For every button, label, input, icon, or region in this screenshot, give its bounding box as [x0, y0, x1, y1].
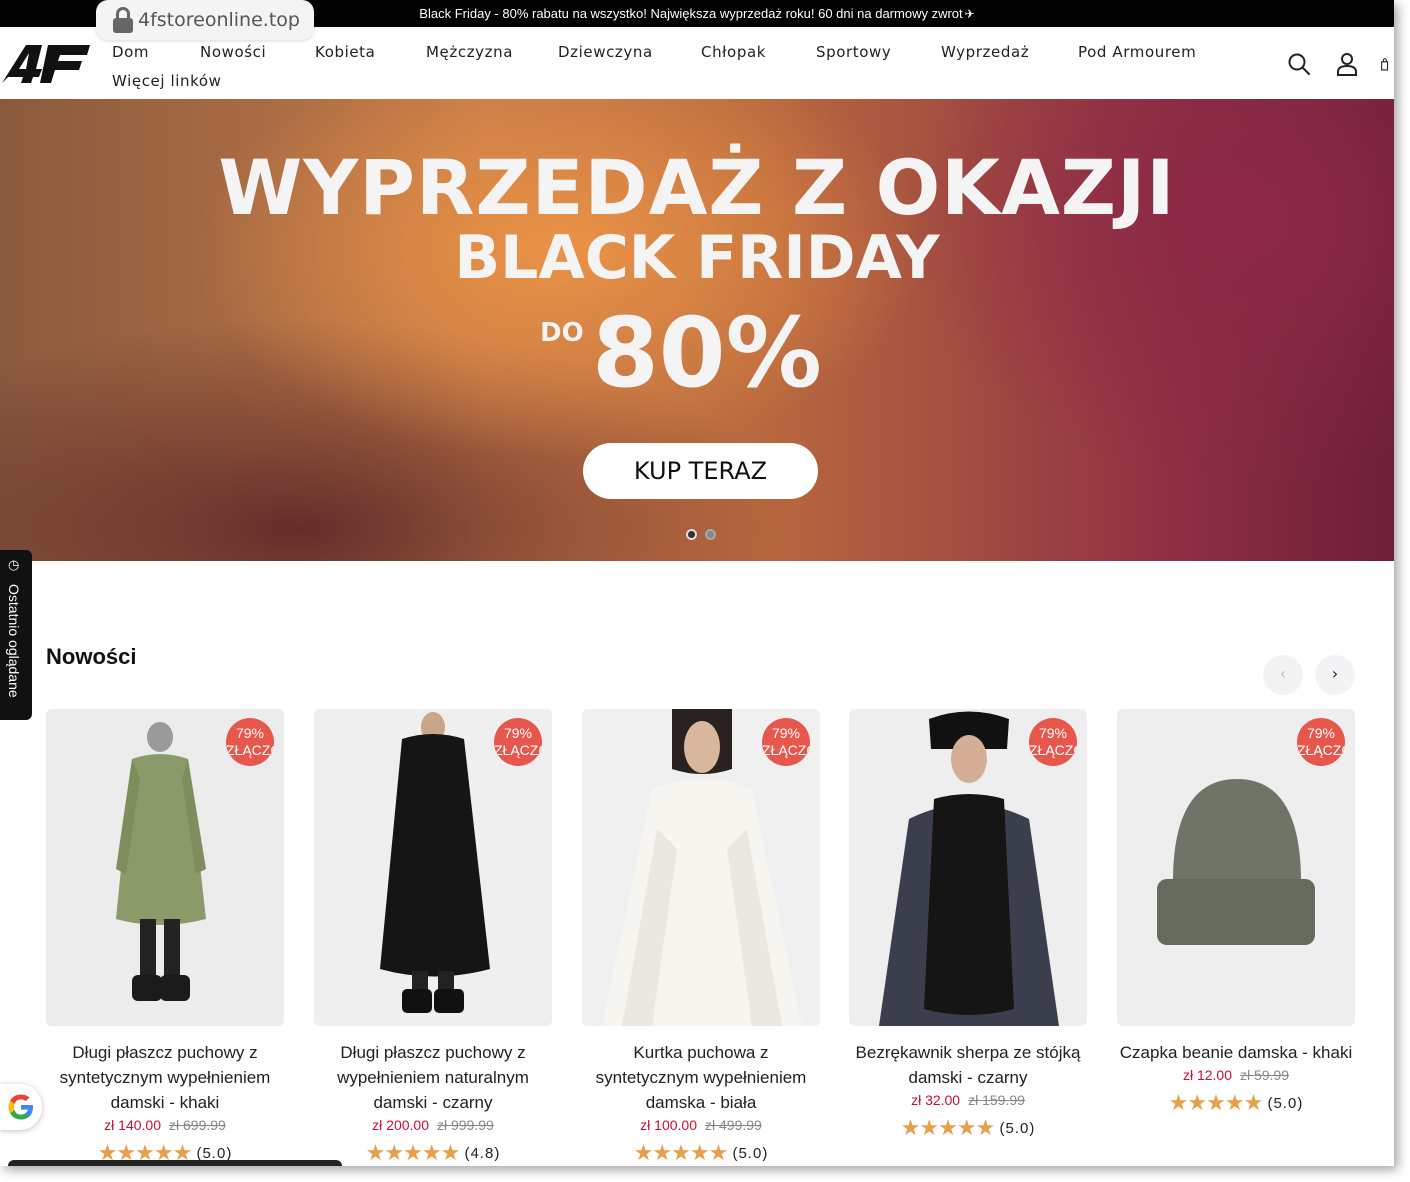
announcement-text: Black Friday - 80% rabatu na wszystko! N…	[419, 6, 963, 21]
shop-now-button[interactable]: KUP TERAZ	[583, 443, 818, 499]
url-bar[interactable]: 4fstoreonline.top	[96, 0, 314, 40]
product-image[interactable]: 79%ZŁĄCZONE	[1117, 709, 1355, 1026]
product-card[interactable]: 79%ZŁĄCZONE Czapka beanie damska - khaki…	[1117, 709, 1355, 1116]
section-title: Nowości	[46, 644, 137, 669]
carousel-prev-button[interactable]: ‹	[1263, 655, 1303, 695]
product-title[interactable]: Kurtka puchowa z syntetycznym wypełnieni…	[582, 1040, 820, 1115]
nav-item-sportowy[interactable]: Sportowy	[816, 43, 941, 61]
cart-icon[interactable]	[1380, 51, 1394, 77]
google-icon	[8, 1094, 33, 1120]
product-image[interactable]: 79%ZŁĄCZONE	[46, 709, 284, 1026]
discount-badge: 79%ZŁĄCZONE	[494, 718, 542, 766]
discount-badge: 79%ZŁĄCZONE	[226, 718, 274, 766]
nav-item-kobieta[interactable]: Kobieta	[315, 43, 426, 61]
clock-icon: ◷	[8, 558, 20, 573]
nav-item-pod-armourem[interactable]: Pod Armourem	[1078, 43, 1228, 61]
product-price: zł 100.00 zł 499.99	[640, 1117, 762, 1133]
page: Black Friday - 80% rabatu na wszystko! N…	[0, 0, 1394, 1166]
product-image[interactable]: 79%ZŁĄCZONE	[314, 709, 552, 1026]
google-reviews-badge[interactable]	[0, 1084, 42, 1130]
nav-item-dziewczyna[interactable]: Dziewczyna	[558, 43, 701, 61]
product-price: zł 140.00 zł 699.99	[104, 1117, 226, 1133]
nav-item-nowosci[interactable]: Nowości	[200, 43, 315, 61]
product-carousel: 79%ZŁĄCZONE Długi płaszcz puchowy z synt…	[46, 709, 1356, 1166]
star-rating-icon: ★★★★★	[633, 1140, 729, 1165]
discount-badge: 79%ZŁĄCZONE	[1297, 718, 1345, 766]
product-title[interactable]: Długi płaszcz puchowy z wypełnieniem nat…	[314, 1040, 552, 1115]
product-price: zł 200.00 zł 999.99	[372, 1117, 494, 1133]
hero-discount: 80%	[592, 297, 822, 409]
recently-viewed-tab[interactable]: ◷ Ostatnio oglądane	[0, 550, 32, 720]
bottom-sticky-bar[interactable]	[8, 1160, 342, 1166]
nav-item-chlopak[interactable]: Chłopak	[701, 43, 816, 61]
carousel-dot-1[interactable]	[686, 529, 697, 540]
nav-item-wyprzedaz[interactable]: Wyprzedaż	[941, 43, 1078, 61]
recently-viewed-label: Ostatnio oglądane	[6, 584, 22, 698]
header-icons	[1264, 51, 1394, 77]
product-rating: ★★★★★ (4.8)	[365, 1140, 501, 1165]
main-nav: Dom Nowości Kobieta Mężczyzna Dziewczyna…	[112, 37, 1232, 95]
product-image[interactable]: 79%ZŁĄCZONE	[582, 709, 820, 1026]
account-icon[interactable]	[1334, 51, 1360, 77]
carousel-next-button[interactable]: ›	[1315, 655, 1355, 695]
star-rating-icon: ★★★★★	[1168, 1090, 1264, 1115]
chevron-left-icon: ‹	[1279, 664, 1287, 683]
product-title[interactable]: Długi płaszcz puchowy z syntetycznym wyp…	[46, 1040, 284, 1115]
product-rating: ★★★★★ (5.0)	[1168, 1090, 1304, 1115]
carousel-dot-2[interactable]	[705, 529, 716, 540]
hero-subtitle: BLACK FRIDAY	[454, 223, 940, 293]
star-rating-icon: ★★★★★	[900, 1115, 996, 1140]
product-card[interactable]: 79%ZŁĄCZONE Długi płaszcz puchowy z synt…	[46, 709, 284, 1166]
hero-title: WYPRZEDAŻ Z OKAZJI	[218, 143, 1176, 232]
nav-item-dom[interactable]: Dom	[112, 43, 200, 61]
brand-logo[interactable]	[2, 43, 90, 85]
discount-badge: 79%ZŁĄCZONE	[1029, 718, 1077, 766]
product-image[interactable]: 79%ZŁĄCZONE	[849, 709, 1087, 1026]
product-title[interactable]: Bezrękawnik sherpa ze stójką damski - cz…	[849, 1040, 1087, 1090]
product-card[interactable]: 79%ZŁĄCZONE Długi płaszcz puchowy z wype…	[314, 709, 552, 1166]
nav-item-wiecej-linkow[interactable]: Więcej linków	[112, 72, 222, 90]
hero-banner[interactable]: WYPRZEDAŻ Z OKAZJI BLACK FRIDAY DO 80% K…	[0, 99, 1394, 561]
product-card[interactable]: 79%ZŁĄCZONE Kurtka puchowa z syntetyczny…	[582, 709, 820, 1166]
hero-prefix: DO	[540, 318, 584, 348]
product-price: zł 12.00 zł 59.99	[1182, 1067, 1290, 1083]
star-rating-icon: ★★★★★	[365, 1140, 461, 1165]
discount-badge: 79%ZŁĄCZONE	[762, 718, 810, 766]
url-text: 4fstoreonline.top	[138, 9, 300, 31]
chevron-right-icon: ›	[1331, 664, 1339, 683]
search-icon[interactable]	[1286, 51, 1312, 77]
product-rating: ★★★★★ (5.0)	[900, 1115, 1036, 1140]
carousel-dots	[686, 529, 724, 540]
lock-icon	[112, 6, 134, 34]
airplane-icon: ✈	[964, 6, 975, 21]
product-card[interactable]: 79%ZŁĄCZONE Bezrękawnik sherpa ze stójką…	[849, 709, 1087, 1141]
product-title[interactable]: Czapka beanie damska - khaki	[1117, 1040, 1355, 1065]
product-rating: ★★★★★ (5.0)	[633, 1140, 769, 1165]
nav-item-mezczyzna[interactable]: Mężczyzna	[426, 43, 558, 61]
product-price: zł 32.00 zł 159.99	[911, 1092, 1025, 1108]
